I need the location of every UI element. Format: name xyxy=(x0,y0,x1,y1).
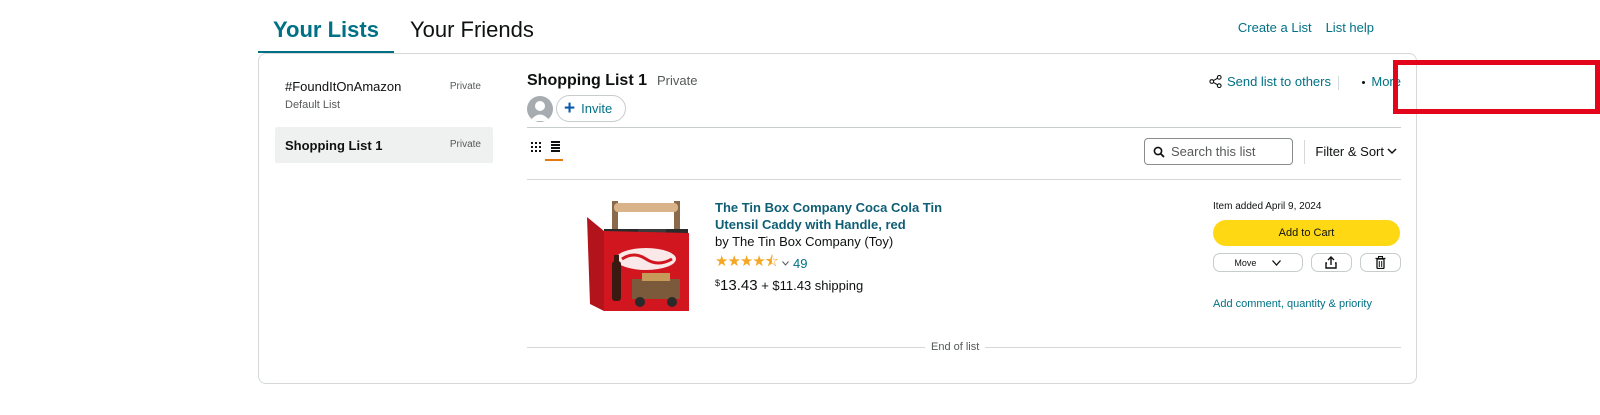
view-toggle xyxy=(531,141,560,153)
filter-sort-button[interactable]: Filter & Sort xyxy=(1315,144,1397,159)
search-input[interactable] xyxy=(1171,144,1289,159)
send-list-label: Send list to others xyxy=(1226,74,1331,89)
top-links: Create a List List help xyxy=(1238,20,1374,35)
divider xyxy=(527,179,1401,180)
invite-button[interactable]: + Invite xyxy=(556,95,626,122)
filter-sort-label: Filter & Sort xyxy=(1315,144,1384,159)
tab-your-lists[interactable]: Your Lists xyxy=(258,10,394,53)
product-info: The Tin Box Company Coca Cola Tin Utensi… xyxy=(715,199,975,294)
send-list-button[interactable]: Send list to others xyxy=(1209,74,1331,89)
trash-icon xyxy=(1375,256,1386,269)
product-brand: by The Tin Box Company (Toy) xyxy=(715,234,894,249)
move-button[interactable]: Move xyxy=(1213,253,1303,272)
plus-icon: + xyxy=(564,98,576,119)
tab-your-friends[interactable]: Your Friends xyxy=(394,10,549,53)
more-menu-link[interactable]: More xyxy=(1371,74,1401,89)
sidebar-item-sublabel: Default List xyxy=(285,99,341,111)
invite-label: Invite xyxy=(581,101,613,116)
sidebar-item-privacy: Private xyxy=(449,81,481,92)
share-icon xyxy=(1209,75,1222,88)
chevron-down-icon xyxy=(1387,148,1397,155)
avatar xyxy=(527,96,553,122)
sidebar: #FoundItOnAmazon Default List Private Sh… xyxy=(275,69,493,163)
add-comment-link[interactable]: Add comment, quantity & priority xyxy=(1213,298,1401,310)
star-rating-icon: ★★★★⯪ xyxy=(715,253,779,270)
list-tabs: Your Lists Your Friends xyxy=(258,10,549,55)
list-header: Shopping List 1 Private xyxy=(527,72,697,90)
add-to-cart-button[interactable]: Add to Cart xyxy=(1213,220,1400,246)
sidebar-item-founditonamazon[interactable]: #FoundItOnAmazon Default List Private xyxy=(275,69,493,121)
create-list-link[interactable]: Create a List xyxy=(1238,20,1312,35)
lists-panel: #FoundItOnAmazon Default List Private Sh… xyxy=(258,53,1600,384)
chevron-down-icon xyxy=(1272,259,1282,266)
highlight-box xyxy=(1393,60,1600,114)
divider xyxy=(1304,140,1305,164)
item-actions: Item added April 9, 2024 Add to Cart Mov… xyxy=(1213,201,1401,310)
divider xyxy=(527,127,1401,128)
end-of-list-label: End of list xyxy=(925,341,986,353)
page-title: Shopping List 1 xyxy=(527,72,647,89)
sidebar-item-privacy: Private xyxy=(449,139,481,150)
rating-count[interactable]: 49 xyxy=(793,256,807,271)
divider xyxy=(1338,76,1339,90)
list-privacy: Private xyxy=(657,73,698,88)
price-row: $13.43 + $11.43 shipping xyxy=(715,277,975,294)
list-view-icon[interactable] xyxy=(551,141,560,153)
search-icon xyxy=(1153,146,1165,158)
shipping-cost: + $11.43 shipping xyxy=(761,278,864,293)
sidebar-item-shopping-list-1[interactable]: Shopping List 1 Private xyxy=(275,127,493,163)
product-title-link[interactable]: The Tin Box Company Coca Cola Tin Utensi… xyxy=(715,199,975,233)
delete-item-button[interactable] xyxy=(1359,253,1401,272)
list-help-link[interactable]: List help xyxy=(1326,20,1374,35)
item-added-date: Item added April 9, 2024 xyxy=(1213,201,1322,212)
active-view-indicator xyxy=(545,159,563,161)
chevron-down-icon xyxy=(782,261,789,266)
rating-row[interactable]: ★★★★⯪ 49 xyxy=(715,251,975,276)
product-image[interactable] xyxy=(582,199,694,314)
share-item-button[interactable] xyxy=(1310,253,1352,272)
price-symbol: $ xyxy=(715,278,721,288)
search-box xyxy=(1144,138,1293,165)
price: 13.43 xyxy=(720,277,758,294)
more-dot-icon xyxy=(1362,81,1365,84)
move-label: Move xyxy=(1234,257,1257,268)
grid-view-icon[interactable] xyxy=(531,142,541,152)
item-action-row: Move xyxy=(1213,253,1401,272)
share-upload-icon xyxy=(1325,256,1338,269)
